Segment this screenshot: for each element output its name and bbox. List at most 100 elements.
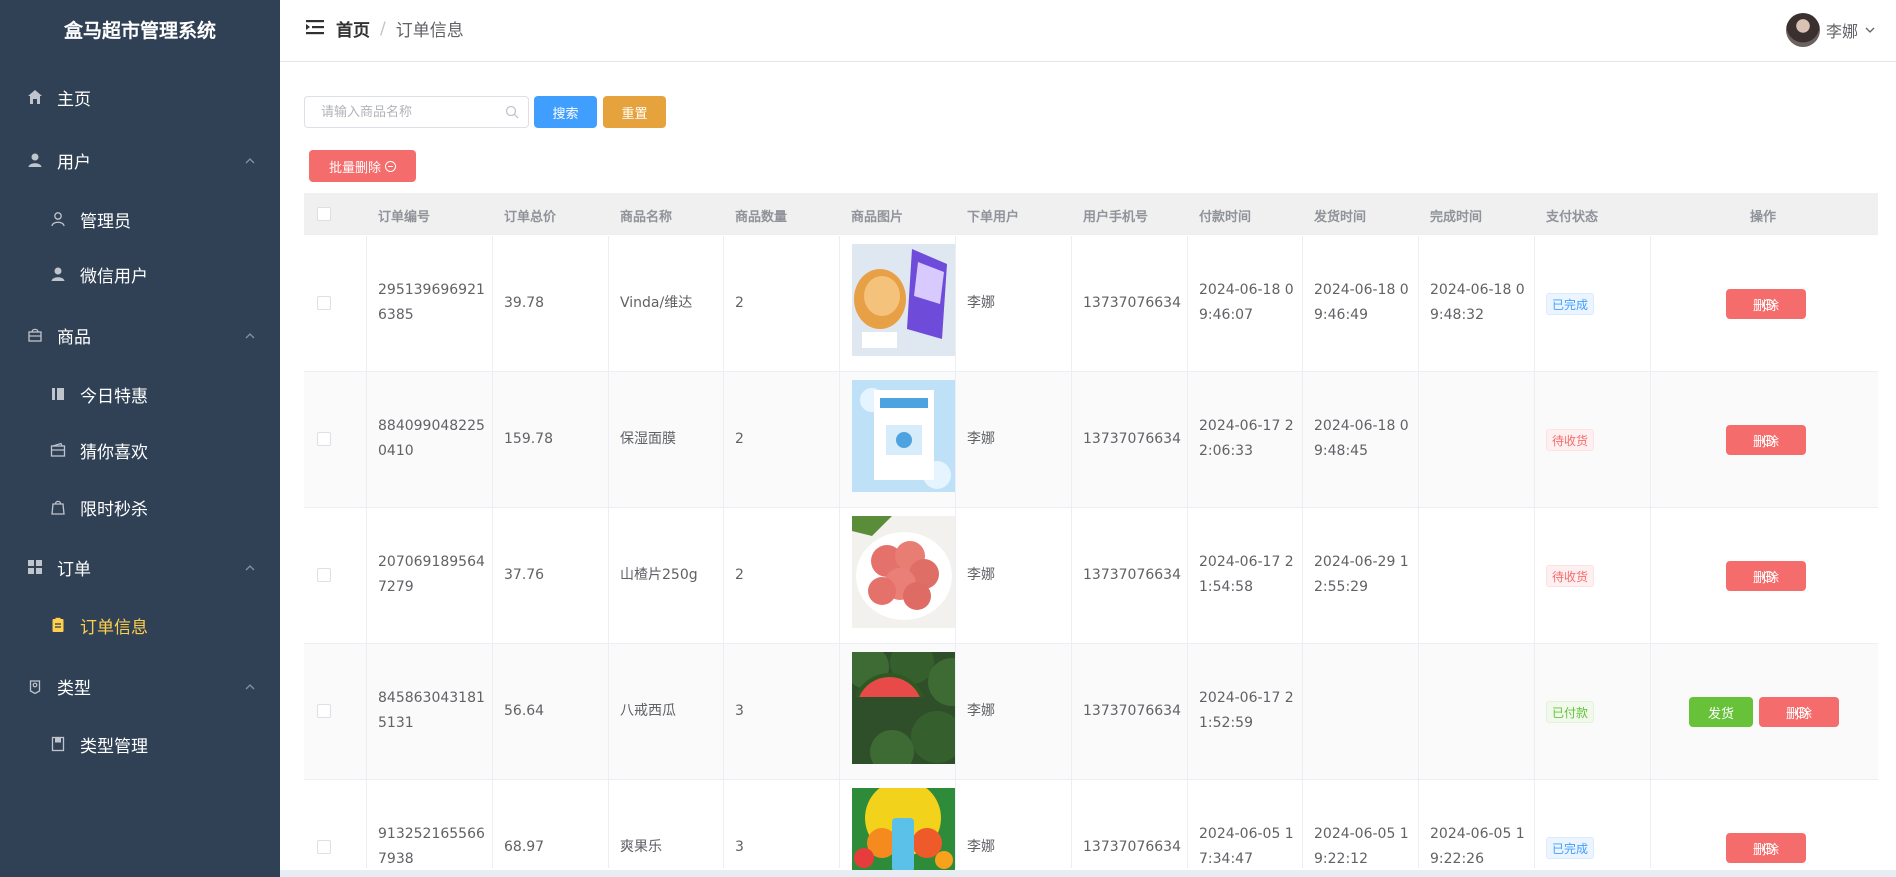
column-divider bbox=[608, 236, 609, 868]
order-number: 207069189564 7279 bbox=[378, 554, 485, 595]
sidebar-item-type-manage[interactable]: 类型管理 bbox=[0, 724, 280, 764]
pay-time: 2024-06-17 2 1:54:58 bbox=[1199, 554, 1294, 595]
order-number: 845863043181 5131 bbox=[378, 690, 485, 731]
column-divider bbox=[839, 236, 840, 868]
finish-time: 2024-06-18 0 9:48:32 bbox=[1430, 282, 1525, 323]
juice-drink-photo bbox=[852, 788, 955, 872]
chevron-up-icon bbox=[244, 327, 256, 347]
sidebar-item-goods[interactable]: 商品 bbox=[0, 315, 280, 355]
order-total: 37.76 bbox=[504, 567, 545, 583]
row-checkbox[interactable] bbox=[317, 568, 331, 582]
column-divider bbox=[1302, 236, 1303, 868]
delete-button[interactable]: 删除 bbox=[1759, 697, 1839, 727]
remove-icon bbox=[1762, 298, 1774, 310]
sidebar-item-home[interactable]: 主页 bbox=[0, 77, 280, 117]
sidebar-item-label: 订单 bbox=[57, 559, 91, 580]
row-checkbox[interactable] bbox=[317, 840, 331, 854]
ship-time: 2024-06-29 1 2:55:29 bbox=[1314, 554, 1409, 595]
user-phone: 13737076634 bbox=[1083, 295, 1181, 311]
column-divider bbox=[1187, 236, 1188, 868]
column-divider bbox=[366, 236, 367, 868]
table-row: 884099048225 0410 159.78 保湿面膜 2 李娜 137370… bbox=[304, 372, 1878, 508]
ship-button[interactable]: 发货 bbox=[1689, 697, 1753, 727]
user-phone: 13737076634 bbox=[1083, 839, 1181, 855]
ship-time: 2024-06-18 0 9:46:49 bbox=[1314, 282, 1409, 323]
column-header: 支付状态 bbox=[1546, 210, 1599, 225]
status-badge: 已完成 bbox=[1546, 837, 1595, 859]
search-button[interactable]: 搜索 bbox=[534, 96, 597, 128]
column-header: 订单总价 bbox=[504, 210, 557, 225]
chevron-up-icon bbox=[244, 559, 256, 579]
delete-button[interactable]: 删除 bbox=[1726, 425, 1806, 455]
sidebar-item-admins[interactable]: 管理员 bbox=[0, 199, 280, 239]
select-all-checkbox[interactable] bbox=[317, 207, 331, 221]
column-header: 商品名称 bbox=[620, 210, 673, 225]
reset-button[interactable]: 重置 bbox=[603, 96, 666, 128]
breadcrumb-home[interactable]: 首页 bbox=[336, 16, 370, 41]
sidebar-item-label: 今日特惠 bbox=[80, 386, 148, 407]
column-divider bbox=[723, 236, 724, 868]
product-qty: 3 bbox=[735, 839, 744, 855]
menu-toggle-icon[interactable] bbox=[306, 19, 324, 39]
user-phone: 13737076634 bbox=[1083, 431, 1181, 447]
top-header: 首页 / 订单信息 李娜 bbox=[280, 0, 1896, 62]
table-row: 295139696921 6385 39.78 Vinda/维达 2 李娜 137… bbox=[304, 236, 1878, 372]
delete-button[interactable]: 删除 bbox=[1726, 561, 1806, 591]
order-number: 295139696921 6385 bbox=[378, 282, 485, 323]
finish-time: 2024-06-05 1 9:22:26 bbox=[1430, 826, 1525, 867]
app-root: 盒马超市管理系统 主页 用户 管理员 微信用户 商品 今日特惠 猜你喜欢 限时秒… bbox=[0, 0, 1896, 877]
row-checkbox[interactable] bbox=[317, 296, 331, 310]
sidebar-item-label: 用户 bbox=[57, 152, 91, 173]
column-header: 发货时间 bbox=[1314, 210, 1367, 225]
chevron-up-icon bbox=[244, 678, 256, 698]
remove-icon bbox=[1795, 706, 1807, 718]
table-row: 207069189564 7279 37.76 山楂片250g 2 李娜 1373… bbox=[304, 508, 1878, 644]
sidebar-item-users[interactable]: 用户 bbox=[0, 140, 280, 180]
column-divider bbox=[955, 236, 956, 868]
sidebar-item-flash-sale[interactable]: 限时秒杀 bbox=[0, 487, 280, 527]
user-menu[interactable]: 李娜 bbox=[1785, 13, 1876, 47]
sidebar-item-orders[interactable]: 订单 bbox=[0, 547, 280, 587]
order-user: 李娜 bbox=[967, 703, 995, 719]
home-icon bbox=[25, 87, 45, 107]
sidebar: 盒马超市管理系统 主页 用户 管理员 微信用户 商品 今日特惠 猜你喜欢 限时秒… bbox=[0, 0, 280, 877]
column-header: 付款时间 bbox=[1199, 210, 1252, 225]
search-input[interactable] bbox=[304, 96, 529, 128]
notebook-icon bbox=[48, 384, 68, 404]
sidebar-item-wechat-users[interactable]: 微信用户 bbox=[0, 254, 280, 294]
pay-time: 2024-06-17 2 1:52:59 bbox=[1199, 690, 1294, 731]
delete-button[interactable]: 删除 bbox=[1726, 833, 1806, 863]
order-user: 李娜 bbox=[967, 431, 995, 447]
batch-delete-button[interactable]: 批量删除 bbox=[309, 150, 416, 182]
column-divider bbox=[1650, 236, 1651, 868]
order-number: 884099048225 0410 bbox=[378, 418, 485, 459]
status-badge: 已完成 bbox=[1546, 293, 1595, 315]
remove-icon bbox=[385, 160, 396, 172]
sidebar-item-daily-deals[interactable]: 今日特惠 bbox=[0, 374, 280, 414]
column-header: 商品数量 bbox=[735, 210, 788, 225]
sidebar-item-order-info[interactable]: 订单信息 bbox=[0, 605, 280, 645]
remove-icon bbox=[1762, 842, 1774, 854]
product-name: Vinda/维达 bbox=[620, 295, 693, 311]
user-icon bbox=[48, 264, 68, 284]
horizontal-scrollbar[interactable] bbox=[280, 870, 1896, 877]
sidebar-item-types[interactable]: 类型 bbox=[0, 666, 280, 706]
ship-time: 2024-06-18 0 9:48:45 bbox=[1314, 418, 1409, 459]
sidebar-item-label: 主页 bbox=[57, 89, 91, 110]
sidebar-item-recommend[interactable]: 猜你喜欢 bbox=[0, 430, 280, 470]
status-badge: 已付款 bbox=[1546, 701, 1595, 723]
chevron-up-icon bbox=[244, 152, 256, 172]
delete-button[interactable]: 删除 bbox=[1726, 289, 1806, 319]
tissue-bread-photo bbox=[852, 244, 955, 356]
column-header: 完成时间 bbox=[1430, 210, 1483, 225]
search-icon bbox=[505, 104, 519, 123]
product-name: 爽果乐 bbox=[620, 839, 662, 855]
row-checkbox[interactable] bbox=[317, 432, 331, 446]
product-qty: 3 bbox=[735, 703, 744, 719]
column-divider bbox=[1534, 236, 1535, 868]
row-checkbox[interactable] bbox=[317, 704, 331, 718]
breadcrumb-separator: / bbox=[380, 18, 386, 39]
grid-icon bbox=[25, 557, 45, 577]
product-qty: 2 bbox=[735, 567, 744, 583]
product-name: 八戒西瓜 bbox=[620, 703, 676, 719]
